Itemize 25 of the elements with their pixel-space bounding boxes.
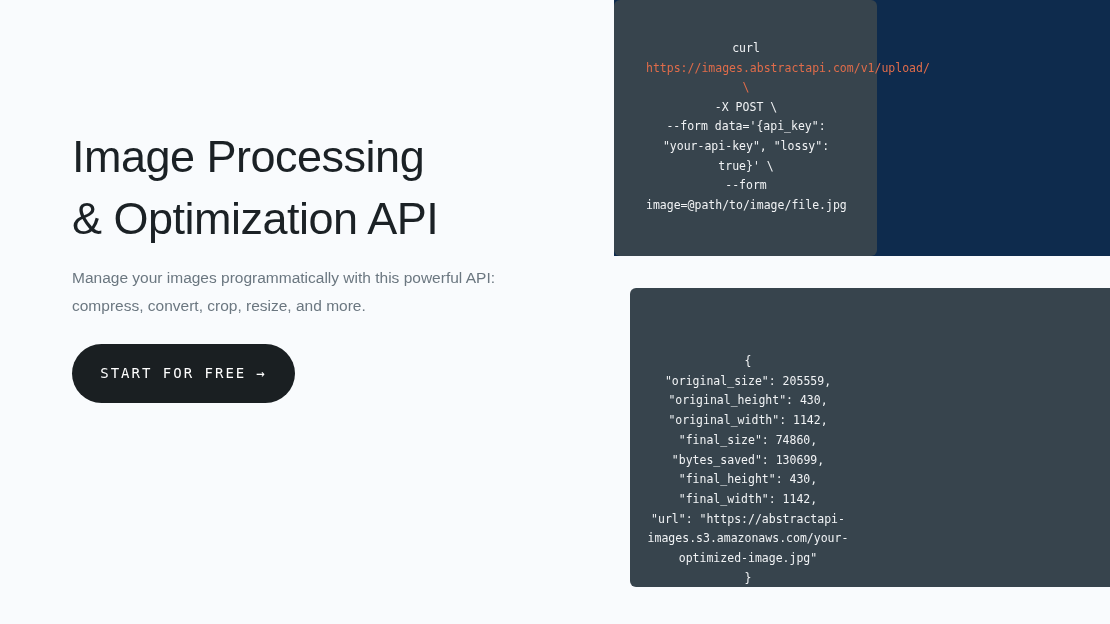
code-line: "bytes_saved": 130699, xyxy=(670,451,826,469)
code-line: https://images.abstractapi.com/v1/upload/ xyxy=(646,59,930,77)
hero-title-line: & Optimization API xyxy=(72,192,440,246)
code-line: images.s3.amazonaws.com/your- xyxy=(646,530,850,548)
code-line: "final_height": 430, xyxy=(677,471,819,489)
code-line: "your-api-key", "lossy": xyxy=(661,137,831,155)
start-for-free-button[interactable]: START FOR FREE → xyxy=(72,344,295,403)
code-line: } xyxy=(743,569,753,587)
hero-title-line: Image Processing xyxy=(72,130,426,184)
code-line: { xyxy=(743,353,753,370)
code-line: image=@path/to/image/file.jpg xyxy=(646,196,847,214)
code-line: "original_size": 205559, xyxy=(663,372,833,390)
code-line: -X POST \ xyxy=(713,98,779,116)
code-line: "final_size": 74860, xyxy=(677,431,819,449)
code-line: "original_height": 430, xyxy=(667,392,829,410)
code-line: "url": "https://abstractapi- xyxy=(650,510,846,528)
code-line: "original_width": 1142, xyxy=(667,412,829,430)
code-line: optimized-image.jpg" xyxy=(677,550,819,568)
hero-description: Manage your images programmatically with this powerful API: compress, convert, crop, resize, and more. xyxy=(72,268,496,316)
code-line: "final_width": 1142, xyxy=(677,490,819,508)
code-line: \ xyxy=(741,79,751,97)
code-line: curl xyxy=(731,40,761,57)
code-line: --form data='{api_key": xyxy=(665,118,827,136)
code-line: --form xyxy=(724,177,768,195)
code-line: true}' \ xyxy=(717,157,775,175)
